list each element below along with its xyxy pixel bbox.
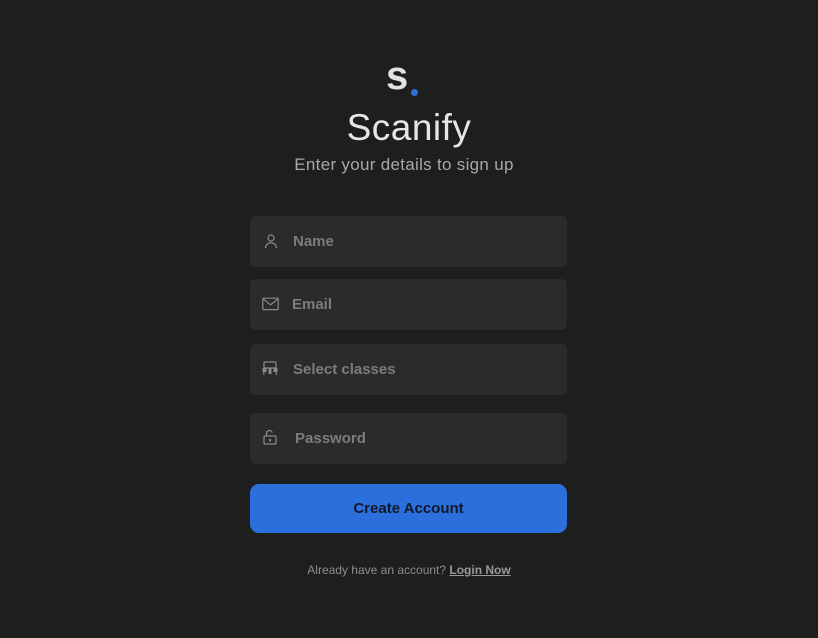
envelope-icon	[262, 297, 279, 313]
user-icon	[263, 233, 279, 249]
page-subtitle: Enter your details to sign up	[294, 155, 514, 174]
email-input[interactable]	[292, 279, 554, 330]
brand-logo: s	[386, 56, 422, 98]
signup-page: s Scanify Enter your details to sign up	[0, 0, 818, 638]
app-title: Scanify	[346, 107, 472, 148]
classroom-icon	[262, 361, 278, 377]
login-now-link[interactable]: Login Now	[449, 563, 510, 577]
login-prompt-text: Already have an account?	[307, 563, 447, 577]
name-input[interactable]	[293, 216, 555, 267]
name-field[interactable]	[250, 216, 567, 267]
email-field[interactable]	[250, 279, 567, 330]
create-account-button[interactable]: Create Account	[250, 484, 567, 533]
logo-dot	[411, 89, 418, 96]
classes-input[interactable]	[293, 344, 555, 395]
login-prompt: Already have an account? Login Now	[0, 562, 818, 578]
unlock-icon	[263, 429, 279, 445]
password-field[interactable]	[250, 413, 567, 464]
password-input[interactable]	[295, 413, 557, 464]
classes-select[interactable]	[250, 344, 567, 395]
logo-letter: s	[386, 54, 408, 98]
